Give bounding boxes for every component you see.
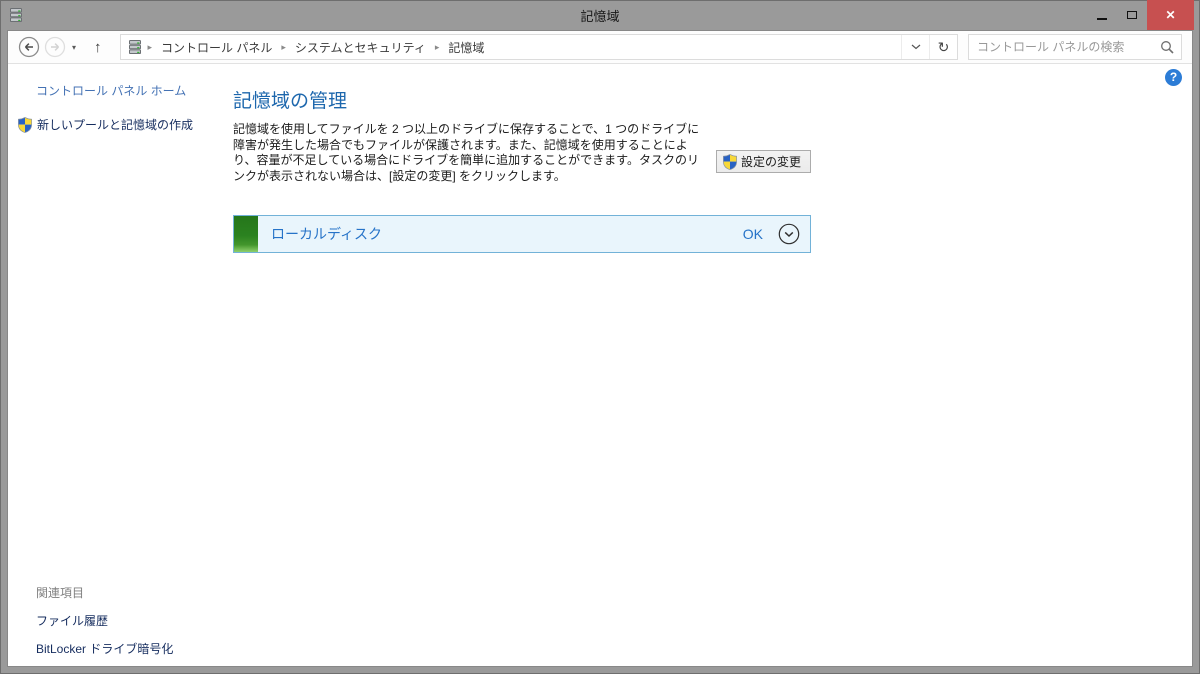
sidebar-item-file-history[interactable]: ファイル履歴 xyxy=(36,612,173,629)
chevron-down-circle-icon xyxy=(778,223,800,245)
storage-space-row-local-disk[interactable]: ローカルディスク OK xyxy=(233,215,811,253)
search-box xyxy=(968,34,1182,60)
window-title: 記憶域 xyxy=(580,6,619,25)
minimize-icon xyxy=(1097,18,1107,20)
sidebar-item-bitlocker[interactable]: BitLocker ドライブ暗号化 xyxy=(36,640,173,657)
magnifier-icon xyxy=(1160,40,1174,54)
uac-shield-icon xyxy=(723,154,737,170)
close-button[interactable]: ✕ xyxy=(1147,0,1194,30)
change-settings-button[interactable]: 設定の変更 xyxy=(716,150,811,173)
help-button[interactable]: ? xyxy=(1165,69,1182,86)
recent-pages-dropdown[interactable]: ▾ xyxy=(72,43,76,52)
page-title: 記憶域の管理 xyxy=(233,86,811,113)
breadcrumb-system-security[interactable]: システムとセキュリティ xyxy=(287,35,434,59)
page-content: ? コントロール パネル ホーム 新しいプールと記憶域の作成 関連項目 ファイル… xyxy=(8,64,1192,666)
forward-arrow-icon xyxy=(44,36,66,58)
back-arrow-icon xyxy=(18,36,40,58)
address-spacer xyxy=(492,35,901,59)
titlebar: 記憶域 ✕ xyxy=(0,0,1200,30)
sidebar-item-control-panel-home[interactable]: コントロール パネル ホーム xyxy=(36,82,186,99)
storage-space-name: ローカルディスク xyxy=(271,224,743,244)
main-panel: 記憶域の管理 記憶域を使用してファイルを 2 つ以上のドライブに保存することで、… xyxy=(233,64,811,184)
maximize-icon xyxy=(1127,11,1137,19)
maximize-button[interactable] xyxy=(1117,0,1147,30)
change-settings-label: 設定の変更 xyxy=(741,153,801,170)
up-one-level-button[interactable]: ↑ xyxy=(88,39,108,56)
minimize-button[interactable] xyxy=(1087,0,1117,30)
chevron-down-icon xyxy=(911,44,921,50)
expand-details-button[interactable] xyxy=(777,222,801,246)
breadcrumb-control-panel[interactable]: コントロール パネル xyxy=(153,35,280,59)
storage-drives-icon xyxy=(8,7,24,23)
storage-drives-icon xyxy=(121,35,147,59)
forward-button[interactable] xyxy=(44,36,66,58)
close-icon: ✕ xyxy=(1165,9,1175,21)
refresh-button[interactable]: ↻ xyxy=(929,35,957,59)
task-link-label: 新しいプールと記憶域の作成 xyxy=(37,116,193,133)
window-body: ▾ ↑ ▸ コントロール パネル ▸ システムとセキュリティ ▸ 記憶域 ↻ xyxy=(7,30,1193,667)
page-description: 記憶域を使用してファイルを 2 つ以上のドライブに保存することで、1 つのドライ… xyxy=(233,122,707,184)
address-dropdown-button[interactable] xyxy=(901,35,929,59)
search-input[interactable] xyxy=(969,40,1153,54)
breadcrumb-storage-spaces[interactable]: 記憶域 xyxy=(440,35,492,59)
window-controls: ✕ xyxy=(1087,0,1194,30)
storage-space-status: OK xyxy=(743,226,763,242)
search-button[interactable] xyxy=(1153,39,1181,55)
sidebar-item-create-new-pool[interactable]: 新しいプールと記憶域の作成 xyxy=(18,116,193,133)
address-bar[interactable]: ▸ コントロール パネル ▸ システムとセキュリティ ▸ 記憶域 ↻ xyxy=(120,34,958,60)
storage-spaces-window: 記憶域 ✕ xyxy=(0,0,1200,674)
navigation-toolbar: ▾ ↑ ▸ コントロール パネル ▸ システムとセキュリティ ▸ 記憶域 ↻ xyxy=(8,31,1192,64)
related-items-header: 関連項目 xyxy=(36,584,173,601)
capacity-bar xyxy=(234,216,258,252)
back-button[interactable] xyxy=(18,36,40,58)
uac-shield-icon xyxy=(18,117,32,133)
related-items-section: 関連項目 ファイル履歴 BitLocker ドライブ暗号化 xyxy=(36,584,173,666)
